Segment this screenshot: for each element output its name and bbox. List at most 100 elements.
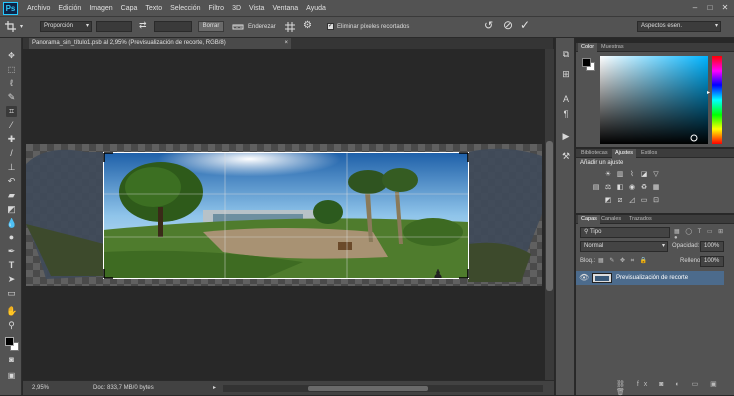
- channel-mixer-icon[interactable]: ♻: [640, 184, 648, 192]
- marquee-tool-icon[interactable]: ⬚: [6, 64, 17, 75]
- vertical-scrollbar[interactable]: [545, 49, 554, 380]
- menu-edicion[interactable]: Edición: [54, 5, 85, 12]
- quick-selection-icon[interactable]: ✎: [6, 92, 17, 103]
- zoom-tool-icon[interactable]: ⚲: [6, 320, 17, 331]
- clone-stamp-icon[interactable]: ⊥: [6, 162, 17, 173]
- tab-styles[interactable]: Estilos: [638, 149, 660, 158]
- layer-bottom-actions[interactable]: ⛓ fx ◙ ◐ ▭ ▣ 🗑: [616, 380, 726, 396]
- menu-ventana[interactable]: Ventana: [268, 5, 302, 12]
- vibrance-icon[interactable]: ▽: [652, 171, 660, 179]
- crop-preview-image[interactable]: [103, 152, 469, 279]
- crop-tool-icon[interactable]: ⌗: [6, 106, 17, 117]
- straighten-icon[interactable]: [232, 21, 244, 33]
- blend-mode-select[interactable]: Normal ▾: [580, 241, 668, 252]
- canvas-area[interactable]: ♟: [23, 49, 545, 380]
- type-tool-icon[interactable]: T: [6, 260, 17, 271]
- photo-filter-icon[interactable]: ◉: [628, 184, 636, 192]
- minimize-button[interactable]: –: [689, 3, 701, 13]
- invert-icon[interactable]: ◩: [604, 197, 612, 205]
- opacity-field[interactable]: 100%: [700, 241, 724, 252]
- hue-slider-handle-icon[interactable]: ▸: [707, 89, 710, 96]
- layer-filter-select[interactable]: ⚲ Tipo: [580, 227, 670, 238]
- layer-row-selected[interactable]: 👁 Previsualización de recorte: [576, 271, 724, 285]
- menu-vista[interactable]: Vista: [245, 5, 268, 12]
- cancel-icon[interactable]: ⊘: [503, 18, 513, 32]
- hue-slider[interactable]: [712, 56, 722, 144]
- tab-swatches[interactable]: Muestras: [598, 43, 627, 52]
- zoom-level[interactable]: 2,95%: [32, 385, 49, 391]
- properties-panel-icon[interactable]: ⊞: [560, 68, 572, 80]
- document-tab[interactable]: Panorama_sin_título1.psb al 2,95% (Previ…: [29, 38, 291, 49]
- lock-icons[interactable]: ▦ ✎ ✥ ⌗ 🔒: [598, 257, 649, 265]
- layer-name[interactable]: Previsualización de recorte: [616, 275, 688, 281]
- hand-tool-icon[interactable]: ✋: [6, 306, 17, 317]
- width-field[interactable]: [96, 21, 132, 32]
- levels-icon[interactable]: ▥: [616, 171, 624, 179]
- brush-tool-icon[interactable]: /: [6, 148, 17, 159]
- overlay-grid-icon[interactable]: [284, 21, 296, 33]
- tab-libraries[interactable]: Bibliotecas: [578, 149, 611, 158]
- swap-dimensions-icon[interactable]: ⇄: [139, 20, 147, 31]
- layer-filter-icons[interactable]: ▦ ◯ T ▭ ⊞ ●: [674, 228, 730, 241]
- color-field[interactable]: [600, 56, 708, 144]
- restore-button[interactable]: □: [704, 3, 716, 13]
- menu-filtro[interactable]: Filtro: [205, 5, 229, 12]
- gradient-tool-icon[interactable]: ◩: [6, 204, 17, 215]
- history-panel-icon[interactable]: ⧉: [560, 48, 572, 60]
- status-menu-arrow-icon[interactable]: ▸: [213, 384, 216, 391]
- curves-icon[interactable]: ⌇: [628, 171, 636, 179]
- color-balance-icon[interactable]: ⚖: [604, 184, 612, 192]
- close-tab-icon[interactable]: ×: [284, 38, 288, 49]
- menu-ayuda[interactable]: Ayuda: [302, 5, 330, 12]
- threshold-icon[interactable]: ◿: [628, 197, 636, 205]
- rectangle-tool-icon[interactable]: ▭: [6, 288, 17, 299]
- tab-color[interactable]: Color: [578, 43, 598, 52]
- eyedropper-icon[interactable]: ⁄: [6, 120, 17, 131]
- eraser-icon[interactable]: ▰: [6, 190, 17, 201]
- path-selection-icon[interactable]: ➤: [6, 274, 17, 285]
- vertical-scroll-thumb[interactable]: [546, 141, 553, 291]
- menu-seleccion[interactable]: Selección: [166, 5, 204, 12]
- move-tool-icon[interactable]: ✥: [6, 50, 17, 61]
- hue-saturation-icon[interactable]: ▤: [592, 184, 600, 192]
- ratio-select[interactable]: Proporción ▾: [40, 21, 92, 32]
- horizontal-scrollbar[interactable]: [223, 385, 543, 392]
- color-lookup-icon[interactable]: ▦: [652, 184, 660, 192]
- character-panel-icon[interactable]: A: [560, 93, 572, 105]
- gear-icon[interactable]: ⚙: [303, 20, 312, 31]
- exposure-icon[interactable]: ◪: [640, 171, 648, 179]
- quick-mask-icon[interactable]: ◙: [6, 354, 17, 365]
- horizontal-scroll-thumb[interactable]: [308, 386, 428, 391]
- brightness-icon[interactable]: ☀: [604, 171, 612, 179]
- foreground-color-swatch[interactable]: [5, 337, 14, 346]
- black-white-icon[interactable]: ◧: [616, 184, 624, 192]
- dodge-tool-icon[interactable]: ●: [6, 232, 17, 243]
- fill-field[interactable]: 100%: [700, 256, 724, 267]
- menu-imagen[interactable]: Imagen: [85, 5, 116, 12]
- lasso-tool-icon[interactable]: ℓ: [6, 78, 17, 89]
- selective-color-icon[interactable]: ⊡: [652, 197, 660, 205]
- menu-3d[interactable]: 3D: [228, 5, 245, 12]
- tab-paths[interactable]: Trazados: [626, 215, 655, 224]
- menu-capa[interactable]: Capa: [117, 5, 142, 12]
- pen-tool-icon[interactable]: ✒: [6, 246, 17, 257]
- paragraph-panel-icon[interactable]: ¶: [560, 108, 572, 120]
- menu-texto[interactable]: Texto: [141, 5, 166, 12]
- tab-layers[interactable]: Capas: [578, 215, 600, 224]
- posterize-icon[interactable]: ⧄: [616, 197, 624, 205]
- panel-foreground-swatch[interactable]: [582, 58, 591, 67]
- clear-button[interactable]: Borrar: [198, 21, 224, 32]
- tab-adjustments[interactable]: Ajustes: [612, 149, 637, 158]
- crop-icon[interactable]: [5, 21, 16, 32]
- straighten-label[interactable]: Enderezar: [248, 24, 276, 30]
- undo-icon[interactable]: ↺: [484, 19, 493, 32]
- healing-brush-icon[interactable]: ✚: [6, 134, 17, 145]
- blur-tool-icon[interactable]: 💧: [6, 218, 17, 229]
- tab-channels[interactable]: Canales: [598, 215, 624, 224]
- menu-archivo[interactable]: Archivo: [23, 5, 54, 12]
- close-window-button[interactable]: ✕: [719, 3, 731, 13]
- eye-visibility-icon[interactable]: 👁: [579, 273, 589, 282]
- delete-cropped-label[interactable]: Eliminar píxeles recortados: [337, 24, 409, 30]
- screen-mode-icon[interactable]: ▣: [6, 370, 17, 381]
- actions-play-icon[interactable]: ▶: [560, 130, 572, 142]
